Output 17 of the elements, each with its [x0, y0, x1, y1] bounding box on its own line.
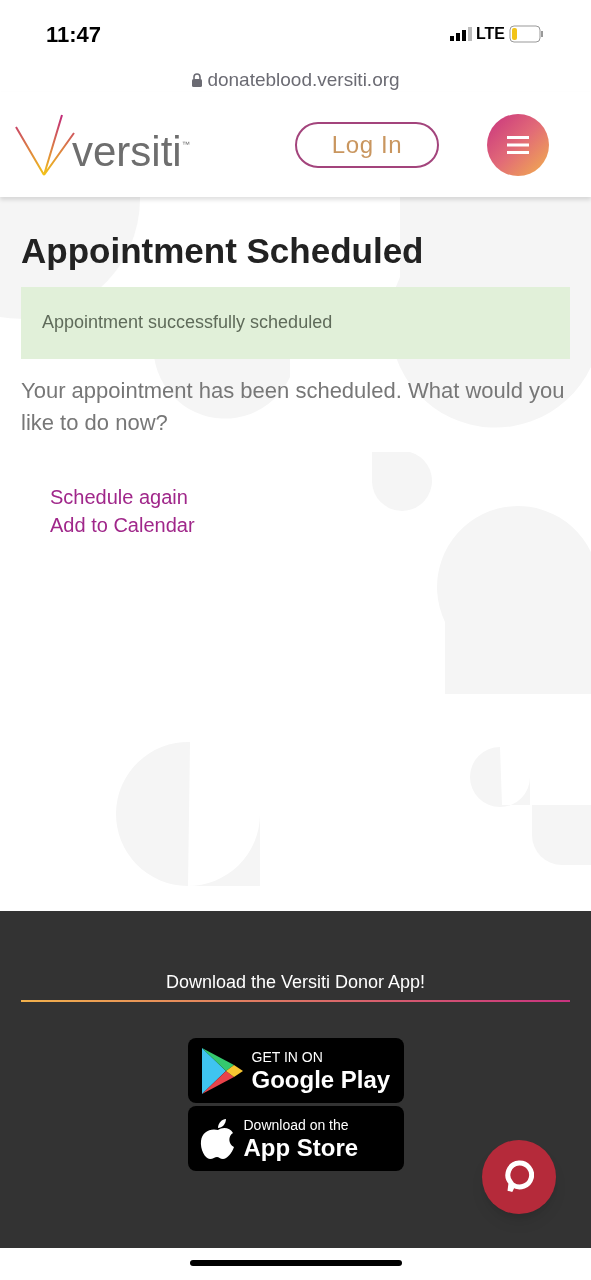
action-link[interactable]: Add to Calendar [50, 510, 195, 539]
app-store-badge[interactable]: GET IN ON Google Play [187, 1038, 404, 1103]
badge-store-name: App Store [243, 1135, 359, 1160]
trademark-mark: ™ [181, 138, 190, 151]
action-link[interactable]: Schedule again [50, 482, 188, 511]
badge-caption: Download on the [243, 1117, 350, 1132]
clock-time: 11:47 [46, 20, 102, 49]
badge-store-name: Google Play [251, 1067, 391, 1092]
footer-heading: Download the Versiti Donor App! [165, 971, 426, 994]
logo-text: versiti [72, 130, 182, 173]
success-alert: Appointment successfully scheduled [21, 286, 570, 359]
app-store-badge[interactable]: Download on the App Store [187, 1106, 404, 1171]
badge-caption: GET IN ON [251, 1049, 324, 1064]
page-title: Appointment Scheduled [21, 230, 425, 272]
network-label: LTE [475, 24, 505, 44]
message-text: Your appointment has been scheduled. What would you like to do now? [21, 376, 566, 437]
url-text: donateblood.versiti.org [207, 67, 400, 92]
